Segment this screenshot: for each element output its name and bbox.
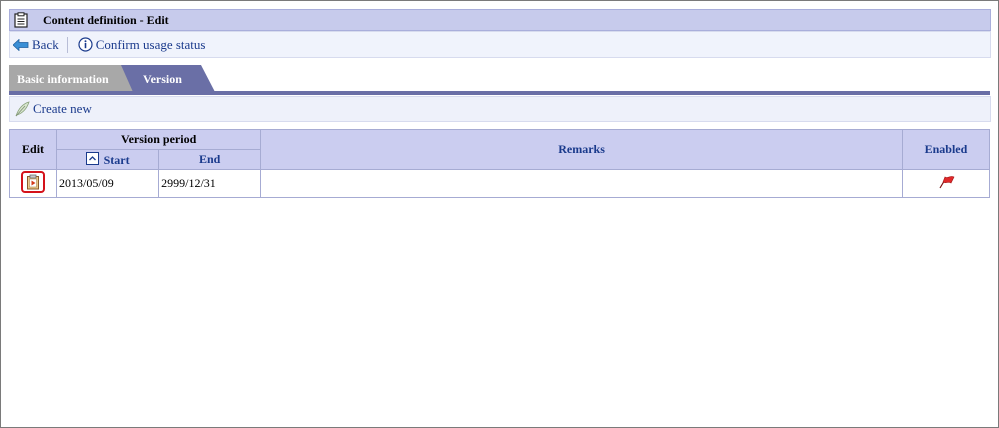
- edit-cell: [8, 169, 58, 198]
- column-header-version-period: Version period: [56, 129, 262, 150]
- window-frame: Content definition - Edit Back Confirm u…: [0, 0, 999, 428]
- back-label: Back: [32, 36, 59, 52]
- tab-version[interactable]: Version: [121, 65, 217, 92]
- page-title: Content definition - Edit: [43, 12, 169, 27]
- tab-basic-information-label: Basic information: [17, 72, 109, 86]
- confirm-usage-status-label: Confirm usage status: [95, 36, 206, 52]
- info-icon: [78, 37, 93, 52]
- column-header-enabled[interactable]: Enabled: [901, 129, 991, 170]
- edit-button[interactable]: [21, 171, 46, 193]
- version-table: Edit Version period Remarks Enabled Star…: [8, 129, 991, 198]
- sub-toolbar: Create new: [9, 96, 991, 122]
- back-arrow-icon: [13, 38, 29, 51]
- edit-clipboard-icon: [27, 174, 40, 190]
- toolbar: Back Confirm usage status: [9, 31, 991, 58]
- feather-pen-icon: [15, 101, 30, 117]
- column-header-remarks[interactable]: Remarks: [260, 129, 903, 170]
- tab-strip: Basic information Version: [9, 65, 989, 94]
- tab-version-label: Version: [143, 72, 182, 86]
- create-new-label: Create new: [33, 101, 92, 116]
- confirm-usage-status-button[interactable]: Confirm usage status: [78, 36, 206, 53]
- clipboard-icon: [14, 12, 28, 28]
- start-date-cell: 2013/05/09: [56, 169, 160, 198]
- column-header-edit: Edit: [8, 129, 58, 170]
- column-header-end[interactable]: End: [158, 149, 262, 170]
- toolbar-separator: [66, 36, 68, 53]
- remarks-cell: [260, 169, 903, 198]
- column-header-start-label: Start: [103, 152, 130, 167]
- tab-underline: [9, 91, 990, 95]
- tab-basic-information[interactable]: Basic information: [9, 65, 139, 92]
- title-bar: Content definition - Edit: [9, 9, 991, 31]
- end-date-cell: 2999/12/31: [158, 169, 262, 198]
- red-flag-icon: [939, 175, 955, 188]
- column-header-start[interactable]: Start: [56, 149, 160, 170]
- back-button[interactable]: Back: [13, 37, 59, 53]
- sort-ascending-icon: [85, 151, 99, 165]
- create-new-button[interactable]: Create new: [14, 101, 92, 117]
- table-row: 2013/05/09 2999/12/31: [8, 169, 991, 198]
- enabled-cell: [901, 169, 991, 198]
